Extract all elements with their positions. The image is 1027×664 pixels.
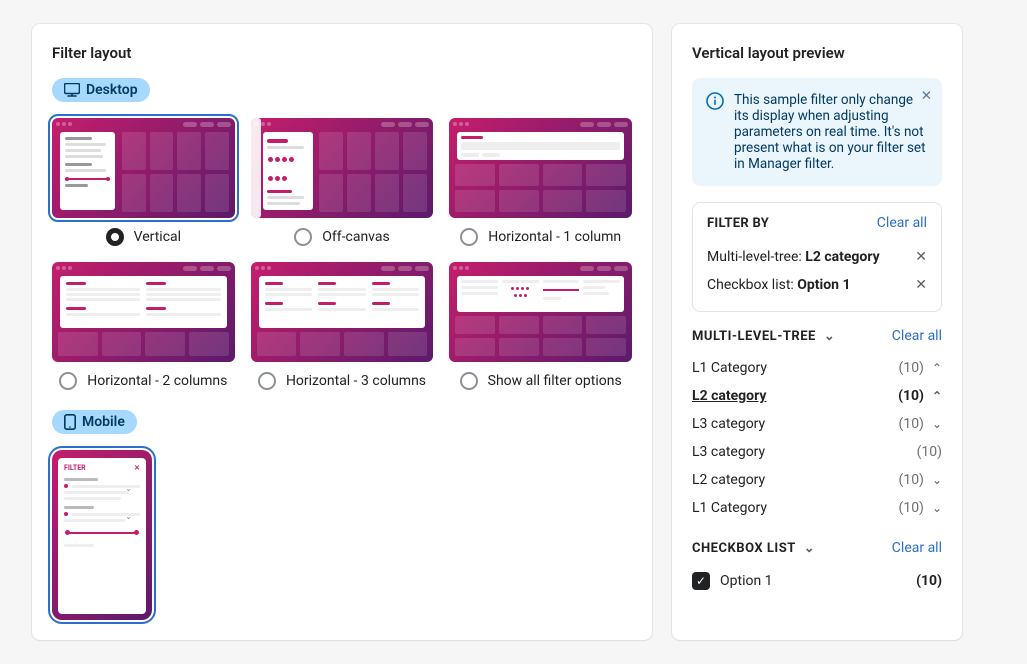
mobile-icon [64, 414, 76, 430]
layout-option-h2[interactable]: Horizontal - 2 columns [52, 262, 235, 390]
tree-row[interactable]: L3 category [692, 444, 765, 460]
layout-label: Horizontal - 1 column [488, 229, 621, 245]
mobile-chip-label: Mobile [82, 414, 125, 430]
layout-option-showall[interactable]: Show all filter options [449, 262, 632, 390]
tree-section-title: MULTI-LEVEL-TREE [692, 329, 816, 344]
checkbox-checked[interactable]: ✓ [692, 572, 710, 590]
info-banner: This sample filter only change its displ… [692, 78, 942, 186]
chevron-up-icon[interactable]: ⌃ [932, 389, 942, 403]
remove-filter-button[interactable]: ✕ [915, 249, 927, 265]
checkbox-count: (10) [916, 573, 942, 589]
radio-vertical[interactable] [106, 228, 124, 246]
tree-row[interactable]: L1 Category [692, 360, 767, 376]
tree-row[interactable]: L1 Category [692, 500, 767, 516]
thumb-h1 [449, 118, 632, 218]
filter-layout-card: Filter layout Desktop [32, 24, 652, 640]
thumb-show [449, 262, 632, 362]
close-icon: ✕ [134, 464, 140, 472]
radio-show[interactable] [460, 372, 478, 390]
desktop-chip[interactable]: Desktop [52, 78, 150, 102]
desktop-chip-label: Desktop [86, 82, 138, 98]
thumb-h2 [52, 262, 235, 362]
radio-h1[interactable] [460, 228, 478, 246]
chevron-down-icon[interactable]: ⌄ [804, 541, 815, 556]
tree-list: L1 Category(10)⌃ L2 category(10)⌃ L3 cat… [692, 354, 942, 522]
thumb-h3 [251, 262, 434, 362]
chevron-down-icon[interactable]: ⌄ [932, 417, 942, 431]
checkbox-row[interactable]: ✓ Option 1 (10) [692, 566, 942, 596]
preview-title: Vertical layout preview [692, 44, 942, 62]
mobile-chip[interactable]: Mobile [52, 410, 137, 434]
layout-option-offcanvas[interactable]: Off-canvas [251, 118, 434, 246]
checkbox-section-title: CHECKBOX LIST [692, 541, 796, 556]
layout-label: Vertical [134, 229, 181, 245]
chevron-up-icon[interactable]: ⌃ [932, 361, 942, 375]
radio-h2[interactable] [59, 372, 77, 390]
layout-option-h3[interactable]: Horizontal - 3 columns [251, 262, 434, 390]
tree-row[interactable]: L2 category [692, 388, 766, 404]
layout-label: Off-canvas [322, 229, 389, 245]
chevron-down-icon[interactable]: ⌄ [824, 329, 835, 344]
filter-layout-title: Filter layout [52, 44, 632, 62]
chevron-down-icon[interactable]: ⌄ [932, 501, 942, 515]
info-text: This sample filter only change its displ… [734, 92, 928, 172]
info-icon [706, 92, 724, 172]
mobile-thumb-title: FILTER [64, 464, 86, 472]
layout-options-grid: Vertical [52, 118, 632, 390]
layout-label: Show all filter options [488, 373, 622, 389]
layout-option-vertical[interactable]: Vertical [52, 118, 235, 246]
filter-by-box: FILTER BY Clear all Multi-level-tree: L2… [692, 202, 942, 312]
chevron-down-icon[interactable]: ⌄ [932, 473, 942, 487]
layout-label: Horizontal - 3 columns [286, 373, 426, 389]
checkbox-label: Option 1 [720, 573, 773, 589]
remove-filter-button[interactable]: ✕ [915, 277, 927, 293]
filter-by-title: FILTER BY [707, 216, 769, 231]
tree-row[interactable]: L3 category [692, 416, 765, 432]
preview-card: Vertical layout preview This sample filt… [672, 24, 962, 640]
tree-row[interactable]: L2 category [692, 472, 765, 488]
thumb-vertical [52, 118, 235, 218]
desktop-icon [64, 83, 80, 97]
clear-all-checkbox[interactable]: Clear all [892, 540, 942, 556]
clear-all-tree[interactable]: Clear all [892, 328, 942, 344]
thumb-mobile[interactable]: FILTER✕ ⌄ ⌄ [52, 450, 152, 620]
filter-item: Multi-level-tree: L2 category ✕ [707, 243, 927, 271]
thumb-offcanvas [251, 118, 434, 218]
layout-option-h1[interactable]: Horizontal - 1 column [449, 118, 632, 246]
radio-h3[interactable] [258, 372, 276, 390]
close-info-button[interactable]: ✕ [921, 88, 932, 104]
radio-offcanvas[interactable] [294, 228, 312, 246]
clear-all-filterby[interactable]: Clear all [877, 215, 927, 231]
filter-item: Checkbox list: Option 1 ✕ [707, 271, 927, 299]
layout-label: Horizontal - 2 columns [87, 373, 227, 389]
